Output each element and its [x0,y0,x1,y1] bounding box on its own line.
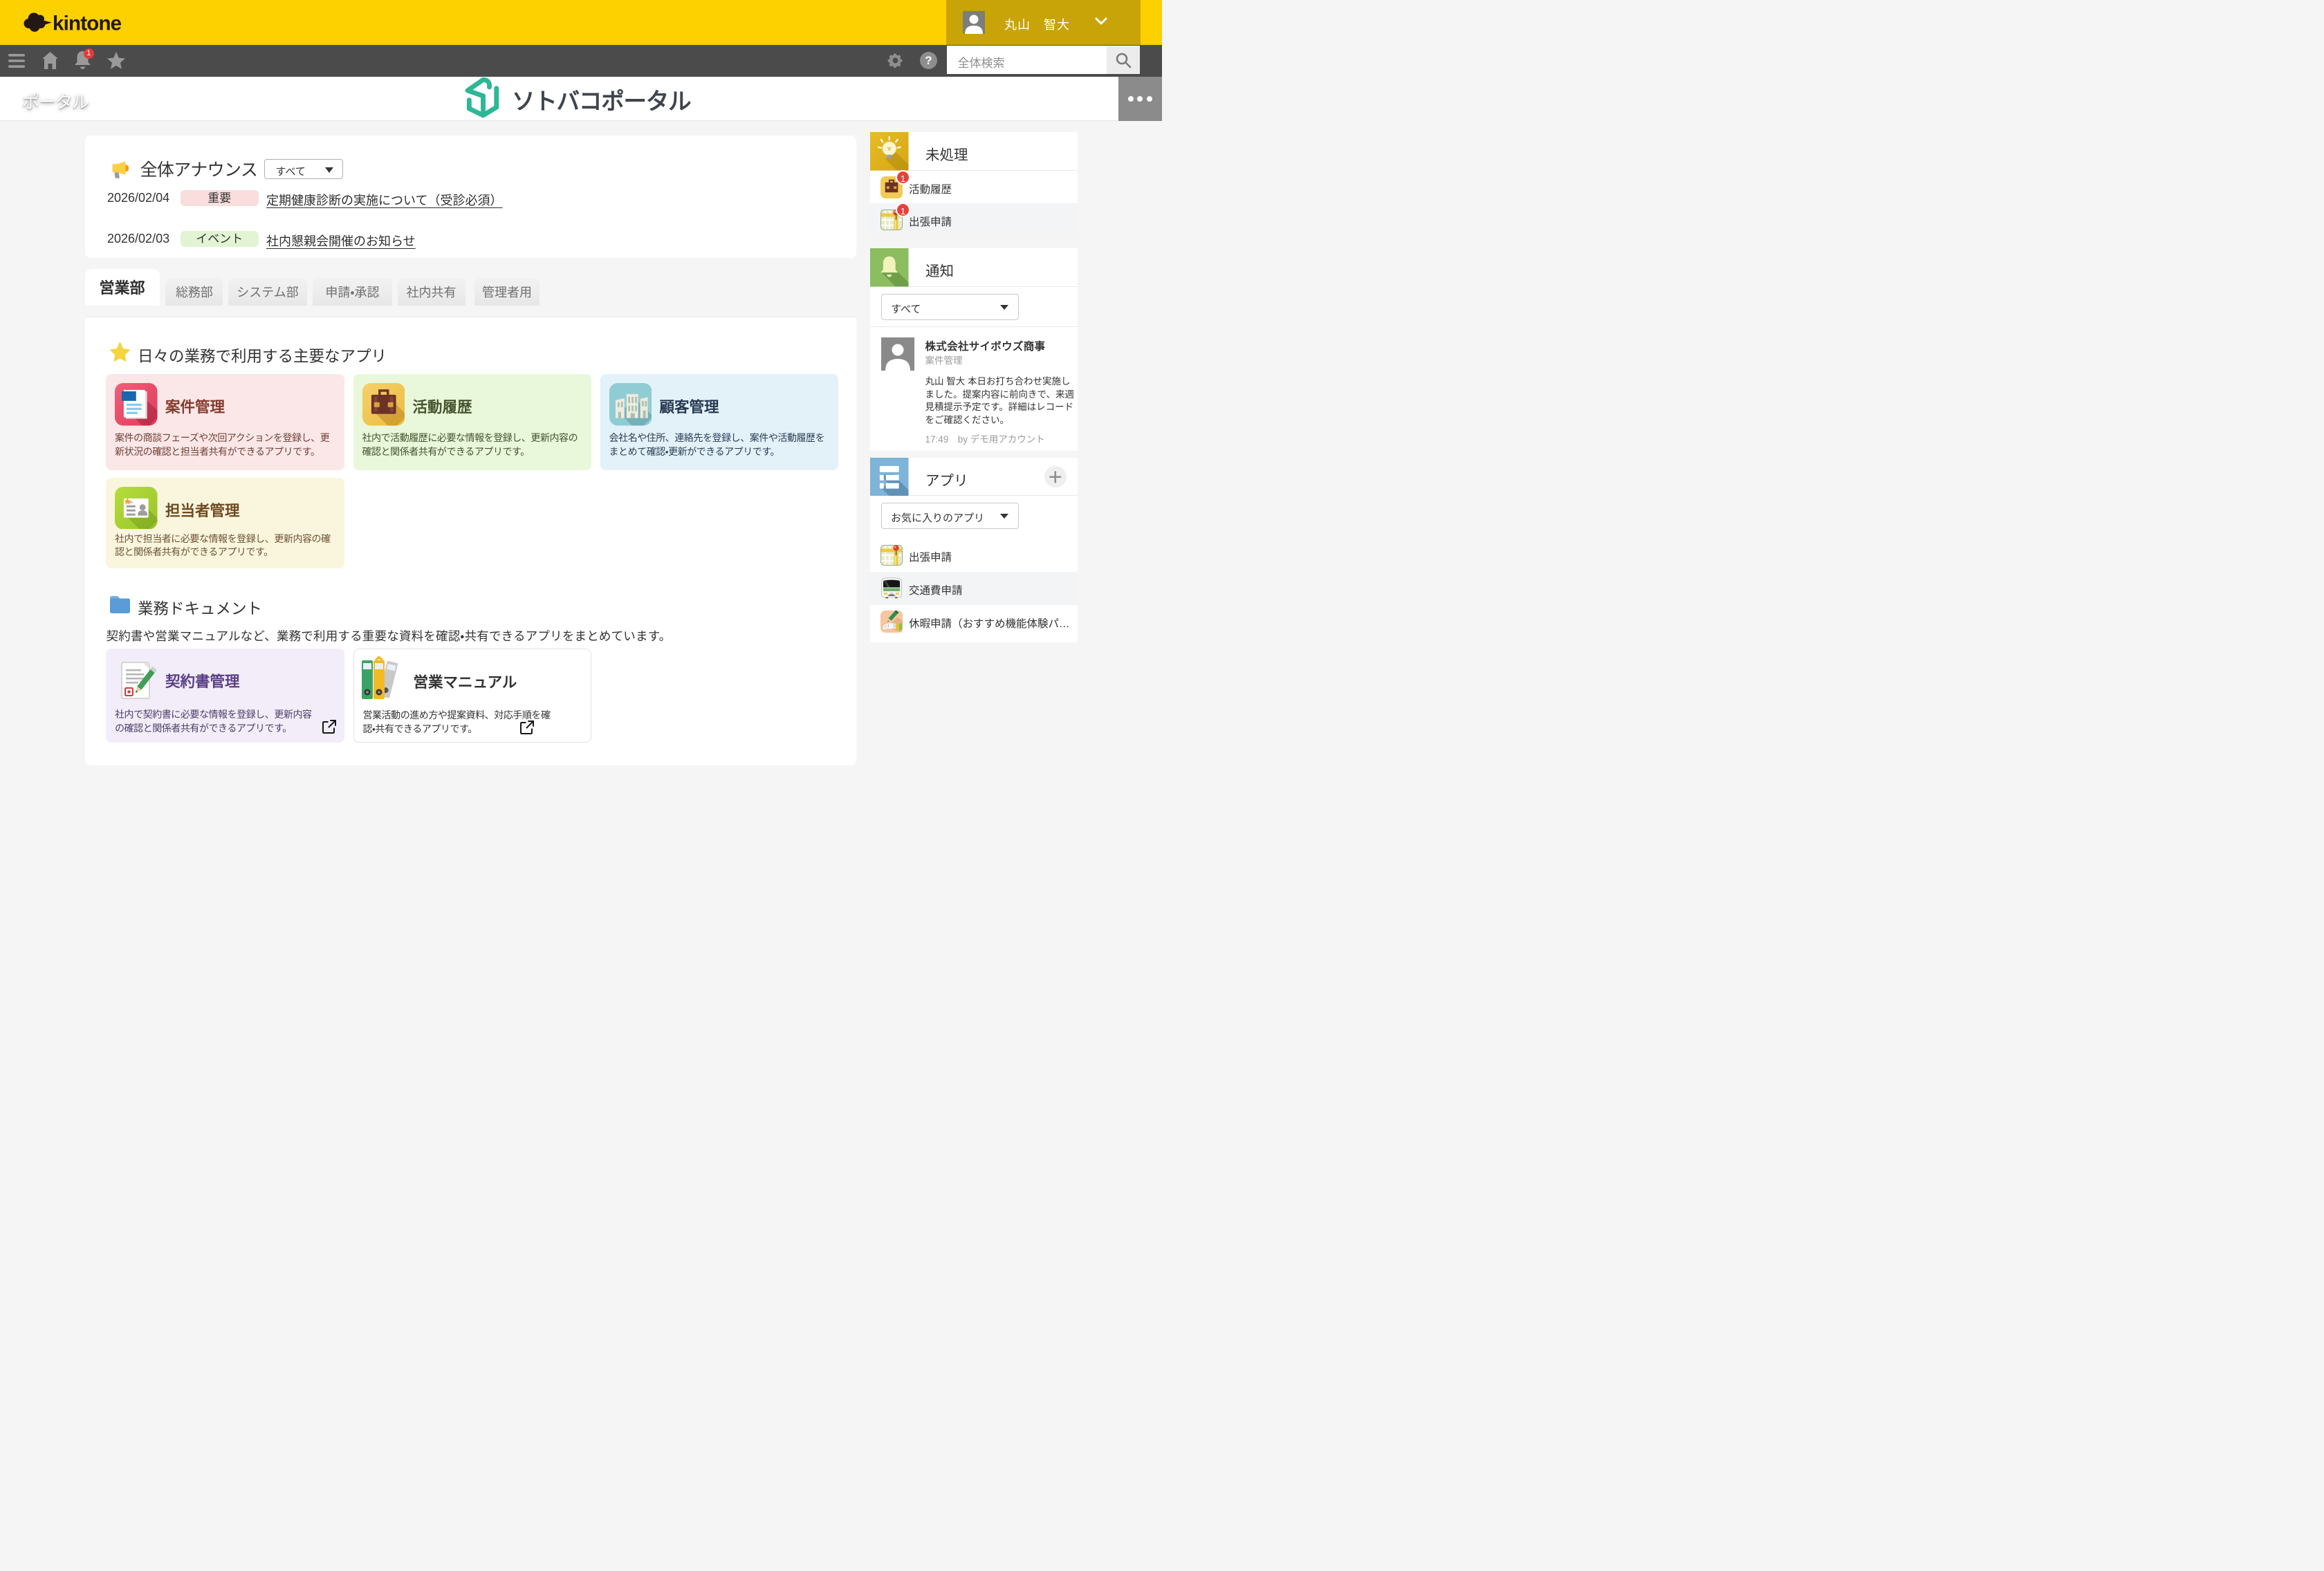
svg-text:kintone: kintone [53,12,122,35]
